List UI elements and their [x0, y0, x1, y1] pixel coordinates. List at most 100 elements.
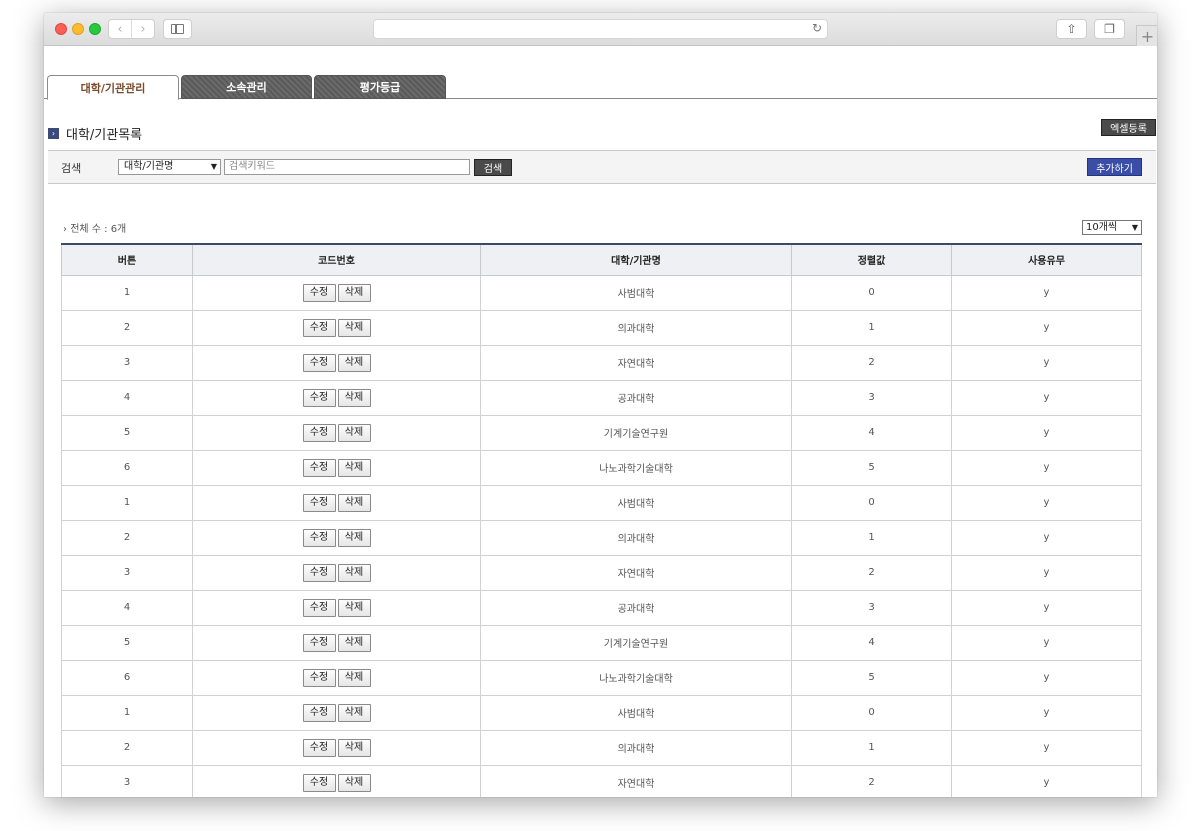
sort-value: 4	[791, 624, 952, 661]
delete-button[interactable]: 삭제	[337, 563, 371, 582]
use-flag: y	[951, 554, 1142, 591]
share-button[interactable]: ⇧	[1056, 19, 1087, 39]
row-actions: 수정 삭제	[192, 624, 481, 661]
search-label: 검색	[61, 162, 82, 175]
row-actions: 수정 삭제	[192, 379, 481, 416]
sort-value: 1	[791, 519, 952, 556]
tab-affiliation-management[interactable]: 소속관리	[181, 75, 312, 99]
row-actions: 수정 삭제	[192, 344, 481, 381]
sort-value: 0	[791, 274, 952, 311]
row-number: 5	[61, 414, 193, 451]
table-row: 2 수정 삭제 의과대학 1 y	[61, 519, 1142, 556]
dropdown-arrow-icon: ▼	[210, 162, 217, 171]
table-header-row: 버튼 코드번호 대학/기관명 정렬값 사용유무	[61, 243, 1142, 276]
excel-register-button[interactable]: 엑셀등록	[1101, 119, 1156, 136]
delete-button[interactable]: 삭제	[337, 633, 371, 652]
delete-button[interactable]: 삭제	[337, 703, 371, 722]
minimize-window-button[interactable]	[72, 23, 84, 35]
column-header: 코드번호	[192, 243, 481, 276]
edit-button[interactable]: 수정	[302, 598, 336, 617]
sort-value: 2	[791, 554, 952, 591]
institution-name: 의과대학	[480, 729, 792, 766]
forward-arrow-icon[interactable]: ›	[131, 20, 154, 38]
page-size-select[interactable]: 10개씩 ▼	[1082, 220, 1142, 235]
edit-button[interactable]: 수정	[302, 353, 336, 372]
use-flag: y	[951, 379, 1142, 416]
institution-name: 자연대학	[480, 764, 792, 797]
sort-value: 2	[791, 344, 952, 381]
institution-name: 기계기술연구원	[480, 624, 792, 661]
show-tabs-button[interactable]: ❐	[1094, 19, 1125, 39]
table-body: 1 수정 삭제 사범대학 0 y 2 수정 삭제 의과대학 1 y 3 수정 삭제 자연대학 2 y 4 수정 삭제 공과…	[61, 274, 1142, 797]
sort-value: 3	[791, 589, 952, 626]
delete-button[interactable]: 삭제	[337, 528, 371, 547]
tab-institution-management[interactable]: 대학/기관관리	[47, 75, 179, 100]
use-flag: y	[951, 764, 1142, 797]
page-size-value: 10개씩	[1086, 222, 1118, 233]
delete-button[interactable]: 삭제	[337, 458, 371, 477]
sort-value: 5	[791, 449, 952, 486]
delete-button[interactable]: 삭제	[337, 493, 371, 512]
table-row: 2 수정 삭제 의과대학 1 y	[61, 309, 1142, 346]
table-row: 5 수정 삭제 기계기술연구원 4 y	[61, 624, 1142, 661]
edit-button[interactable]: 수정	[302, 668, 336, 687]
main-tabs: 대학/기관관리 소속관리 평가등급	[44, 75, 1157, 100]
reload-icon[interactable]: ↻	[812, 21, 822, 35]
add-button[interactable]: 추가하기	[1087, 158, 1142, 176]
sidebar-toggle-button[interactable]	[163, 19, 192, 39]
new-tab-button[interactable]: +	[1136, 25, 1157, 46]
row-actions: 수정 삭제	[192, 659, 481, 696]
edit-button[interactable]: 수정	[302, 423, 336, 442]
search-field-select[interactable]: 대학/기관명 ▼	[118, 159, 221, 175]
browser-titlebar: ‹ › ↻ ⇧ ❐ +	[44, 13, 1157, 46]
close-window-button[interactable]	[55, 23, 67, 35]
delete-button[interactable]: 삭제	[337, 353, 371, 372]
column-header: 버튼	[61, 243, 193, 276]
use-flag: y	[951, 449, 1142, 486]
table-row: 6 수정 삭제 나노과학기술대학 5 y	[61, 659, 1142, 696]
search-bar: 검색 대학/기관명 ▼ 검색키워드 검색 추가하기	[48, 150, 1156, 184]
column-header: 대학/기관명	[480, 243, 792, 276]
delete-button[interactable]: 삭제	[337, 773, 371, 792]
search-button[interactable]: 검색	[474, 159, 512, 176]
row-number: 1	[61, 274, 193, 311]
edit-button[interactable]: 수정	[302, 563, 336, 582]
edit-button[interactable]: 수정	[302, 703, 336, 722]
edit-button[interactable]: 수정	[302, 458, 336, 477]
delete-button[interactable]: 삭제	[337, 423, 371, 442]
address-bar[interactable]: ↻	[373, 19, 828, 39]
edit-button[interactable]: 수정	[302, 388, 336, 407]
use-flag: y	[951, 659, 1142, 696]
row-number: 4	[61, 589, 193, 626]
zoom-window-button[interactable]	[89, 23, 101, 35]
search-keyword-input[interactable]: 검색키워드	[224, 159, 470, 175]
row-actions: 수정 삭제	[192, 274, 481, 311]
table-row: 1 수정 삭제 사범대학 0 y	[61, 484, 1142, 521]
back-arrow-icon[interactable]: ‹	[109, 20, 131, 38]
edit-button[interactable]: 수정	[302, 738, 336, 757]
institution-name: 나노과학기술대학	[480, 659, 792, 696]
total-count: › 전체 수 : 6개	[63, 220, 126, 235]
delete-button[interactable]: 삭제	[337, 738, 371, 757]
edit-button[interactable]: 수정	[302, 493, 336, 512]
edit-button[interactable]: 수정	[302, 318, 336, 337]
sort-value: 5	[791, 659, 952, 696]
edit-button[interactable]: 수정	[302, 773, 336, 792]
institution-table: 버튼 코드번호 대학/기관명 정렬값 사용유무 1 수정 삭제 사범대학 0 y 2 수정 삭제…	[61, 243, 1142, 797]
edit-button[interactable]: 수정	[302, 528, 336, 547]
delete-button[interactable]: 삭제	[337, 283, 371, 302]
delete-button[interactable]: 삭제	[337, 388, 371, 407]
search-field-value: 대학/기관명	[124, 161, 174, 172]
row-actions: 수정 삭제	[192, 729, 481, 766]
edit-button[interactable]: 수정	[302, 633, 336, 652]
bullet-icon: ›	[63, 224, 67, 235]
institution-name: 의과대학	[480, 309, 792, 346]
row-number: 6	[61, 449, 193, 486]
delete-button[interactable]: 삭제	[337, 668, 371, 687]
tab-evaluation-grade[interactable]: 평가등급	[314, 75, 446, 99]
edit-button[interactable]: 수정	[302, 283, 336, 302]
institution-name: 의과대학	[480, 519, 792, 556]
section-title-label: 대학/기관목록	[66, 128, 143, 143]
delete-button[interactable]: 삭제	[337, 598, 371, 617]
delete-button[interactable]: 삭제	[337, 318, 371, 337]
